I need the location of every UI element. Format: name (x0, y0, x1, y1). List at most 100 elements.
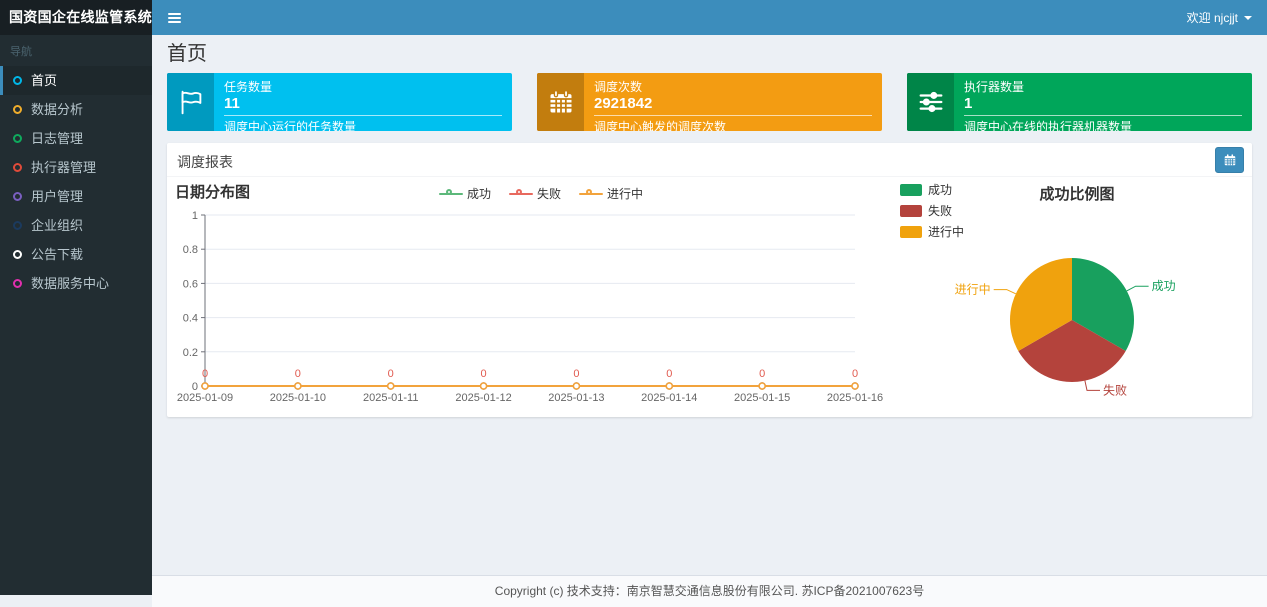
panel-title: 调度报表 (177, 154, 233, 170)
circle-icon (13, 163, 22, 172)
brand-logo[interactable]: 国资国企在线监管系统 (0, 0, 152, 35)
svg-text:2025-01-09: 2025-01-09 (177, 392, 233, 404)
stat-label: 调度次数 (594, 80, 643, 94)
stat-value: 11 (224, 95, 240, 112)
svg-text:进行中: 进行中 (955, 282, 991, 297)
stat-divider (224, 115, 502, 116)
main-content: 首页 任务数量 11 调度中心运行的任务数量 调度次数 2921842 调度中心触发的调度… (152, 35, 1267, 607)
circle-icon (13, 221, 22, 230)
stat-desc: 调度中心运行的任务数量 (224, 120, 357, 131)
stat-body: 调度次数 2921842 调度中心触发的调度次数 (584, 73, 882, 131)
circle-icon (13, 250, 22, 259)
svg-text:0.4: 0.4 (183, 313, 198, 325)
legend-swatch-icon (900, 204, 922, 217)
svg-text:2025-01-16: 2025-01-16 (827, 392, 883, 404)
svg-text:0: 0 (573, 368, 579, 380)
svg-text:0: 0 (481, 368, 487, 380)
page-title: 首页 (167, 43, 207, 65)
sidebar-item-home[interactable]: 首页 (0, 66, 152, 95)
stat-body: 任务数量 11 调度中心运行的任务数量 (214, 73, 512, 131)
sidebar-item-enterprise-org[interactable]: 企业组织 (0, 211, 152, 240)
hamburger-icon[interactable] (152, 0, 197, 35)
svg-text:失败: 失败 (1103, 382, 1127, 397)
charts-area: 日期分布图 成功 失败 进行中 0 0.2 0.4 0.6 0.8 1 2025-01-09 20… (167, 177, 1252, 415)
svg-text:2025-01-12: 2025-01-12 (455, 392, 511, 404)
dispatch-report-panel: 调度报表 日期分布图 成功 失败 进行中 0 0.2 0.4 0.6 0.8 1 2025-01… (167, 143, 1252, 417)
flag-icon (167, 73, 214, 131)
welcome-label: 欢迎 njcjjt (1186, 11, 1238, 25)
circle-icon (13, 134, 22, 143)
legend-item[interactable]: 失败 (900, 202, 964, 219)
svg-text:0: 0 (202, 368, 208, 380)
sidebar-item-data-analysis[interactable]: 数据分析 (0, 95, 152, 124)
legend-marker-icon (439, 188, 463, 199)
legend-item[interactable]: 进行中 (579, 185, 643, 202)
stat-divider (594, 115, 872, 116)
sidebar-item-user-management[interactable]: 用户管理 (0, 182, 152, 211)
sidebar-item-notice-download[interactable]: 公告下载 (0, 240, 152, 269)
svg-text:2025-01-11: 2025-01-11 (363, 392, 418, 404)
sidebar-item-label: 日志管理 (31, 131, 84, 146)
sidebar-item-log-management[interactable]: 日志管理 (0, 124, 152, 153)
legend-marker-icon (509, 188, 534, 199)
circle-icon (13, 279, 22, 288)
stat-body: 执行器数量 1 调度中心在线的执行器机器数量 (954, 73, 1252, 131)
legend-swatch-icon (900, 183, 922, 196)
legend-item[interactable]: 成功 (439, 185, 491, 202)
sidebar-item-label: 企业组织 (31, 218, 84, 233)
caret-down-icon (1244, 15, 1252, 24)
calendar-icon (1223, 153, 1237, 167)
svg-text:0: 0 (759, 368, 765, 380)
copyright-text: Copyright (c) 技术支持：南京智慧交通信息股份有限公司. 苏ICP备… (494, 584, 925, 598)
svg-text:1: 1 (192, 210, 198, 222)
sidebar-menu: 首页数据分析日志管理执行器管理用户管理企业组织公告下载数据服务中心 (0, 66, 152, 298)
svg-text:0: 0 (388, 368, 394, 380)
line-chart: 0 0.2 0.4 0.6 0.8 1 2025-01-09 2025-01-10 2025-0… (177, 210, 883, 404)
sidebar-item-label: 公告下载 (31, 247, 84, 262)
sidebar-item-executor-management[interactable]: 执行器管理 (0, 153, 152, 182)
line-chart-legend: 成功 失败 进行中 (439, 185, 643, 202)
sidebar-item-label: 首页 (31, 73, 58, 88)
user-menu[interactable]: 欢迎 njcjjt (1172, 0, 1267, 35)
stat-card: 任务数量 11 调度中心运行的任务数量 (167, 73, 512, 131)
svg-text:2025-01-14: 2025-01-14 (641, 392, 697, 404)
legend-label: 失败 (537, 187, 562, 201)
stat-label: 任务数量 (224, 80, 273, 94)
stats-row: 任务数量 11 调度中心运行的任务数量 调度次数 2921842 调度中心触发的调度次数 执… (167, 73, 1252, 131)
panel-header: 调度报表 (167, 143, 1252, 177)
sidebar-nav-header: 导航 (10, 46, 32, 58)
pie-chart-title: 成功比例图 (1039, 186, 1115, 203)
svg-text:0: 0 (295, 368, 301, 380)
stat-value: 2921842 (594, 95, 653, 112)
circle-icon (13, 105, 22, 114)
stat-label: 执行器数量 (964, 80, 1025, 94)
legend-label: 成功 (467, 187, 492, 201)
legend-item[interactable]: 失败 (509, 185, 561, 202)
calendar-icon (537, 73, 584, 131)
sidebar-item-label: 用户管理 (31, 189, 84, 204)
stat-divider (964, 115, 1242, 116)
svg-text:0.6: 0.6 (183, 278, 198, 290)
circle-icon (13, 76, 22, 85)
sidebar-item-label: 执行器管理 (31, 160, 97, 175)
legend-label: 成功 (928, 183, 953, 197)
svg-text:2025-01-13: 2025-01-13 (548, 392, 604, 404)
legend-label: 失败 (928, 204, 953, 218)
date-filter-button[interactable] (1215, 147, 1244, 173)
svg-text:2025-01-10: 2025-01-10 (270, 392, 326, 404)
sidebar-item-label: 数据服务中心 (31, 276, 110, 291)
svg-text:0.2: 0.2 (183, 347, 198, 359)
svg-text:成功: 成功 (1152, 279, 1176, 293)
svg-text:2025-01-15: 2025-01-15 (734, 392, 790, 404)
svg-text:0.8: 0.8 (183, 244, 198, 256)
line-chart-title: 日期分布图 (175, 184, 251, 201)
footer: Copyright (c) 技术支持：南京智慧交通信息股份有限公司. 苏ICP备… (152, 575, 1267, 607)
sidebar-item-data-service-center[interactable]: 数据服务中心 (0, 269, 152, 298)
stat-desc: 调度中心在线的执行器机器数量 (964, 120, 1133, 131)
top-navbar: 国资国企在线监管系统 欢迎 njcjjt (0, 0, 1267, 35)
pie-chart: 成功失败 进行中 (955, 258, 1176, 397)
sidebar: 导航 首页数据分析日志管理执行器管理用户管理企业组织公告下载数据服务中心 (0, 35, 152, 595)
stat-card: 执行器数量 1 调度中心在线的执行器机器数量 (907, 73, 1252, 131)
legend-item[interactable]: 成功 (900, 181, 964, 198)
circle-icon (13, 192, 22, 201)
